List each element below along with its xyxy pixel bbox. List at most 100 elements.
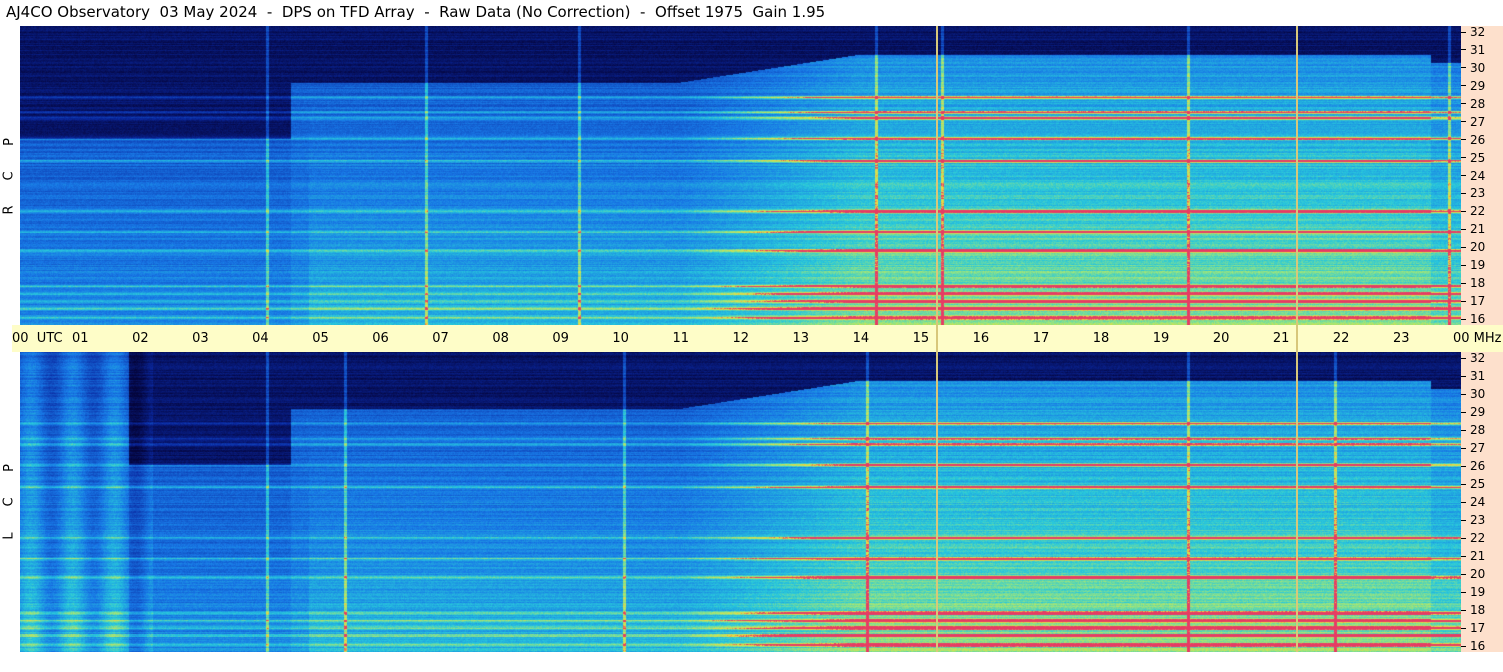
time-tick-label: 02: [132, 331, 149, 346]
freq-tick-mark: [1461, 282, 1466, 284]
lcp-spectrogram: [20, 352, 1461, 652]
freq-tick-text: 26: [1470, 459, 1486, 473]
freq-tick-label: 17: [1461, 620, 1485, 636]
time-tick-label: 01: [72, 331, 89, 346]
freq-tick-label: 22: [1461, 530, 1485, 546]
freq-tick-text: 29: [1470, 405, 1486, 419]
time-tick-label: 11: [672, 331, 689, 346]
rcp-heatmap-canvas: [20, 26, 1461, 325]
time-tick-label: 23: [1392, 331, 1410, 346]
freq-tick-label: 32: [1461, 350, 1485, 366]
freq-tick-mark: [1461, 121, 1466, 123]
freq-tick-text: 31: [1470, 42, 1486, 57]
freq-tick-mark: [1461, 465, 1466, 467]
freq-tick-label: 24: [1461, 494, 1485, 510]
freq-tick-text: 16: [1470, 639, 1486, 653]
freq-tick-mark: [1461, 573, 1466, 575]
time-tick-label: 10: [612, 331, 629, 346]
time-tick-label: 16: [972, 331, 990, 346]
freq-tick-mark: [1461, 375, 1466, 377]
freq-tick-text: 18: [1470, 276, 1486, 291]
freq-tick-text: 29: [1470, 78, 1486, 93]
freq-tick-text: 28: [1470, 96, 1486, 111]
freq-tick-text: 24: [1470, 168, 1486, 183]
freq-tick-label: 20: [1461, 239, 1485, 255]
freq-tick-mark: [1461, 318, 1466, 320]
lcp-heatmap-canvas: [20, 352, 1461, 652]
freq-tick-label: 28: [1461, 96, 1485, 112]
freq-tick-label: 27: [1461, 114, 1485, 130]
freq-tick-label: 16: [1461, 638, 1485, 654]
time-tick-label: 06: [372, 331, 389, 346]
freq-tick-label: 21: [1461, 548, 1485, 564]
rcp-spectrogram: [20, 26, 1461, 325]
freq-tick-mark: [1461, 175, 1466, 176]
freq-tick-text: 25: [1470, 150, 1486, 165]
freq-tick-label: 31: [1461, 42, 1485, 58]
freq-tick-text: 32: [1470, 25, 1486, 39]
freq-tick-text: 28: [1470, 423, 1486, 437]
freq-tick-mark: [1461, 300, 1466, 302]
freq-tick-text: 30: [1470, 387, 1486, 401]
time-tick-label: 09: [552, 331, 569, 346]
freq-tick-label: 32: [1461, 24, 1485, 40]
freq-tick-label: 18: [1461, 275, 1485, 291]
time-tick-label: 20: [1212, 331, 1230, 346]
freq-tick-label: 21: [1461, 221, 1485, 237]
time-tick-label: 12: [732, 331, 750, 346]
freq-tick-mark: [1461, 49, 1466, 51]
chart-title: AJ4CO Observatory 03 May 2024 - DPS on T…: [6, 3, 826, 21]
freq-tick-mark: [1461, 393, 1466, 395]
time-tick-label: 22: [1332, 331, 1350, 346]
freq-tick-text: 19: [1470, 585, 1486, 599]
freq-tick-text: 27: [1470, 114, 1486, 129]
freq-tick-text: 18: [1470, 603, 1486, 617]
freq-tick-mark: [1461, 555, 1466, 557]
freq-tick-mark: [1461, 645, 1466, 647]
freq-tick-text: 19: [1470, 258, 1486, 273]
freq-tick-text: 27: [1470, 441, 1486, 455]
time-tick-label: 08: [492, 331, 509, 346]
freq-tick-text: 20: [1470, 567, 1486, 581]
freq-tick-mark: [1461, 139, 1466, 141]
freq-tick-mark: [1461, 192, 1466, 194]
freq-tick-mark: [1461, 627, 1466, 629]
freq-tick-mark: [1461, 411, 1466, 413]
freq-tick-mark: [1461, 31, 1466, 33]
time-marker-line: [1295, 26, 1298, 652]
lcp-frequency-axis: 32 31 30 29 28 27 26 25 24 23 22 21 20 19 18 17 16: [1461, 350, 1503, 654]
freq-tick-label: 30: [1461, 386, 1485, 402]
time-tick-label: 15: [912, 331, 930, 346]
freq-tick-text: 25: [1470, 477, 1486, 491]
time-marker-line: [935, 26, 938, 652]
freq-tick-text: 21: [1470, 222, 1486, 237]
freq-tick-mark: [1461, 447, 1466, 449]
freq-tick-label: 28: [1461, 422, 1485, 438]
freq-tick-label: 20: [1461, 566, 1485, 582]
time-tick-label: 13: [792, 331, 810, 346]
time-tick-label: 05: [312, 331, 329, 346]
freq-tick-label: 29: [1461, 404, 1485, 420]
time-tick-label: 21: [1272, 331, 1290, 346]
freq-tick-text: 17: [1470, 294, 1486, 309]
time-tick-label: 00 UTC: [12, 331, 63, 346]
freq-tick-label: 30: [1461, 60, 1485, 76]
freq-tick-text: 32: [1470, 351, 1486, 365]
freq-tick-label: 23: [1461, 512, 1485, 528]
freq-tick-label: 26: [1461, 458, 1485, 474]
freq-tick-label: 31: [1461, 368, 1485, 384]
freq-tick-label: 22: [1461, 203, 1485, 219]
freq-tick-label: 27: [1461, 440, 1485, 456]
freq-tick-label: 29: [1461, 78, 1485, 94]
freq-tick-mark: [1461, 103, 1466, 105]
time-axis: 00 UTC 01 02 03 04 05 06 07 08 09 10 11 12 13 14 15 16 17…: [12, 325, 1503, 352]
freq-tick-mark: [1461, 246, 1466, 248]
freq-tick-mark: [1461, 609, 1466, 611]
freq-tick-mark: [1461, 591, 1466, 593]
freq-tick-label: 17: [1461, 293, 1485, 309]
time-tick-label: 14: [852, 331, 870, 346]
freq-tick-mark: [1461, 357, 1466, 359]
freq-tick-text: 20: [1470, 240, 1486, 255]
freq-tick-text: 31: [1470, 369, 1486, 383]
freq-tick-text: 23: [1470, 513, 1486, 527]
